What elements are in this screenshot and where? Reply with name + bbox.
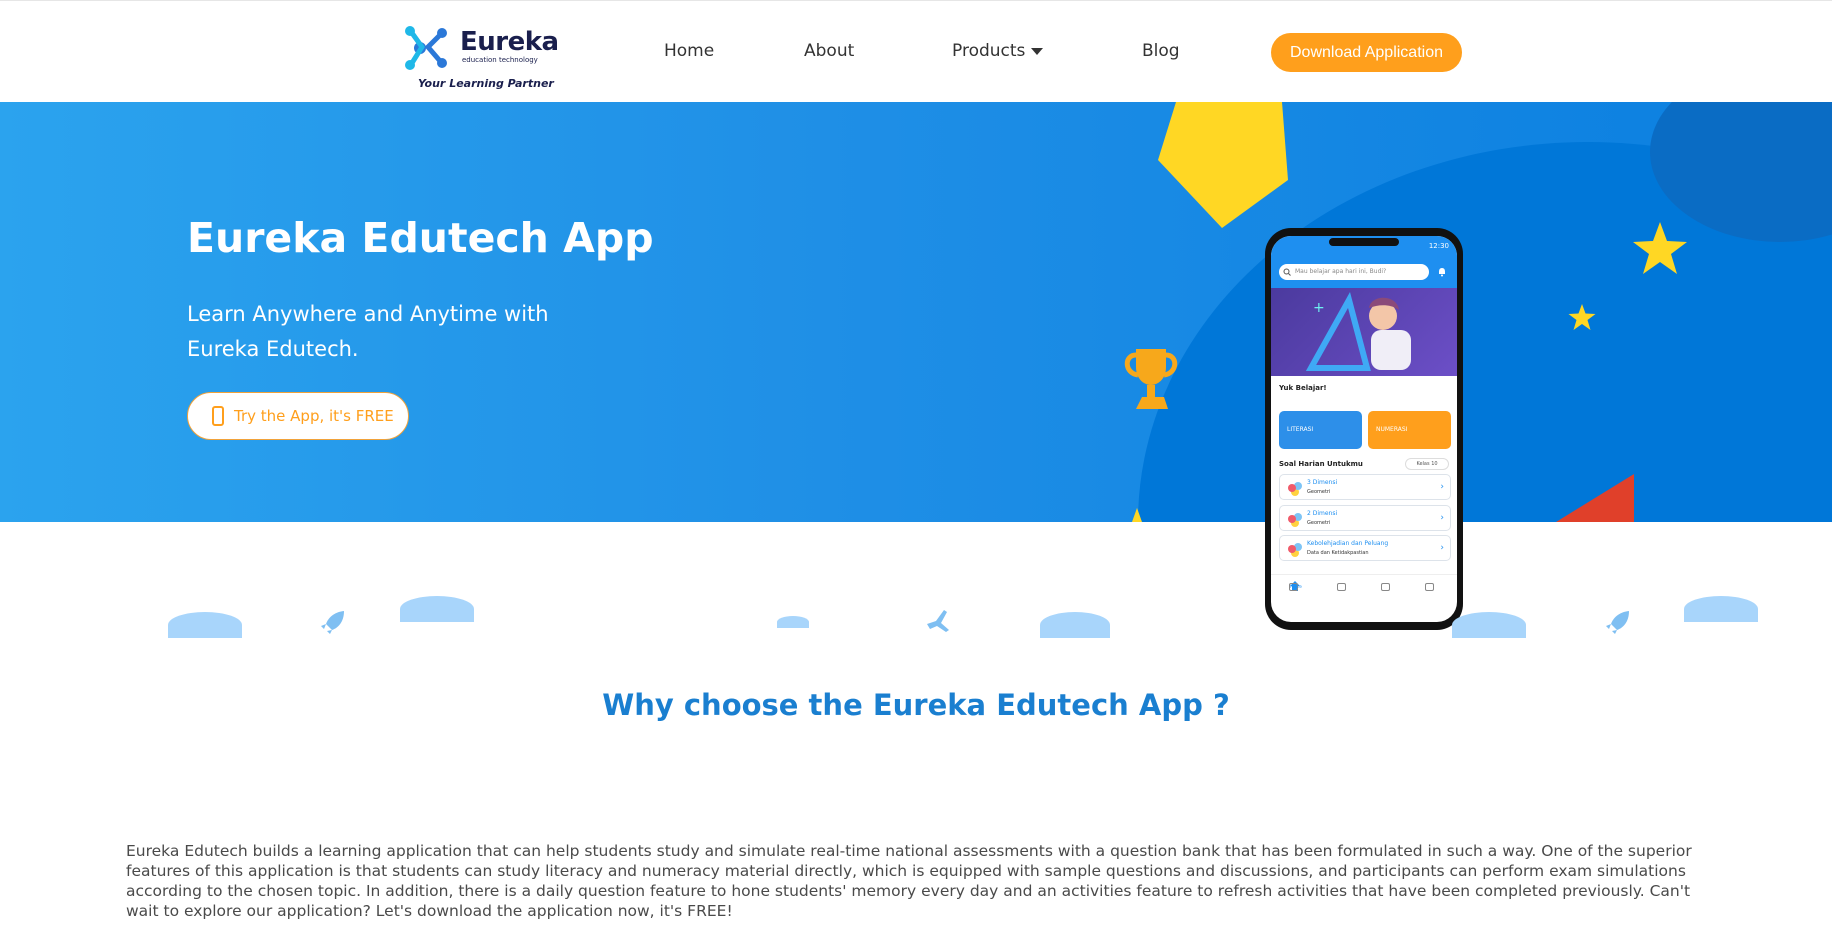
profile-icon <box>1425 583 1434 591</box>
brand-subtitle: education technology <box>462 56 538 64</box>
chevron-right-icon: › <box>1440 482 1444 492</box>
star-partial-icon <box>1132 508 1142 522</box>
list-item-subtitle: Data dan Ketidakpastian <box>1307 550 1369 556</box>
topic-icon <box>1288 545 1296 553</box>
list-item-title: Kebolehjadian dan Peluang <box>1307 540 1389 547</box>
app-search-field: Mau belajar apa hari ini, Budi? <box>1279 264 1429 280</box>
caret-down-icon <box>1031 47 1044 55</box>
soal-harian-heading: Soal Harian Untukmu <box>1279 460 1363 468</box>
triangle-shape-icon <box>1556 474 1634 522</box>
star-icon <box>1633 222 1687 274</box>
why-description: Eureka Edutech builds a learning applica… <box>126 842 1692 920</box>
rocket-icon <box>321 611 344 634</box>
cloud-shape <box>1452 612 1526 638</box>
list-item: Kebolehjadian dan Peluang Data dan Ketid… <box>1279 535 1451 561</box>
brand-name: Eureka <box>460 27 559 57</box>
trophy-icon <box>1124 349 1178 409</box>
svg-text:+: + <box>1313 300 1325 316</box>
brand-logo[interactable]: Eureka education technology Your Learnin… <box>402 23 559 93</box>
hero-subtitle: Learn Anywhere and Anytime with Eureka E… <box>187 302 549 361</box>
try-app-label: Try the App, it's FREE <box>234 407 394 425</box>
list-item: 3 Dimensi Geometri › <box>1279 474 1451 500</box>
cloud-shape <box>1040 612 1110 638</box>
topic-icon <box>1288 515 1296 523</box>
nav-about-link[interactable]: About <box>804 41 854 61</box>
kelas-selector: Kelas 10 <box>1405 458 1449 470</box>
try-app-button[interactable]: Try the App, it's FREE <box>187 392 409 440</box>
chevron-right-icon: › <box>1440 513 1444 523</box>
small-star-icon <box>1568 304 1596 330</box>
airplane-icon <box>927 610 949 632</box>
hero-title: Eureka Edutech App <box>187 214 654 262</box>
bell-icon <box>1439 268 1445 277</box>
brand-tagline: Your Learning Partner <box>418 77 554 90</box>
list-item: 2 Dimensi Geometri › <box>1279 505 1451 531</box>
numerasi-card: NUMERASI <box>1368 411 1451 449</box>
rocket-icon <box>1606 611 1629 634</box>
list-item-title: 2 Dimensi <box>1307 510 1338 517</box>
phone-notch <box>1329 238 1399 246</box>
banner-illustration: + <box>1305 292 1411 371</box>
list-item-subtitle: Geometri <box>1307 520 1331 526</box>
pentagon-shape-icon <box>1158 102 1288 228</box>
phone-mockup: 12:30 Mau belajar apa hari ini, Budi? + … <box>1265 228 1463 630</box>
cloud-shape <box>400 596 474 622</box>
topic-icon <box>1288 484 1296 492</box>
list-item-title: 3 Dimensi <box>1307 479 1338 486</box>
navbar: Eureka education technology Your Learnin… <box>0 0 1832 102</box>
nav-home-link[interactable]: Home <box>664 41 714 61</box>
list-item-subtitle: Geometri <box>1307 489 1331 495</box>
search-icon <box>1283 268 1291 276</box>
app-bottom-nav: Home <box>1271 574 1457 614</box>
nav-home-label: Home <box>1289 583 1302 591</box>
nav-products-label: Products <box>952 41 1026 61</box>
book-icon <box>1337 583 1346 591</box>
cloud-shape <box>777 616 809 628</box>
status-time: 12:30 <box>1428 242 1449 250</box>
cloud-shape <box>168 612 242 638</box>
clipboard-icon <box>1381 583 1390 591</box>
eureka-logo-icon <box>405 26 447 70</box>
literasi-card: LITERASI <box>1279 411 1362 449</box>
phone-screen: 12:30 Mau belajar apa hari ini, Budi? + … <box>1271 236 1457 622</box>
nav-blog-link[interactable]: Blog <box>1142 41 1180 61</box>
cloud-shape <box>1684 596 1758 622</box>
why-section-title: Why choose the Eureka Edutech App ? <box>602 688 1230 722</box>
download-application-button[interactable]: Download Application <box>1271 33 1462 72</box>
mobile-phone-icon <box>212 406 224 426</box>
chevron-right-icon: › <box>1440 543 1444 553</box>
nav-products-dropdown[interactable]: Products <box>952 41 1044 61</box>
app-banner: + <box>1271 288 1457 376</box>
yuk-belajar-heading: Yuk Belajar! <box>1279 384 1327 392</box>
hero-section: Eureka Edutech App Learn Anywhere and An… <box>0 102 1832 522</box>
